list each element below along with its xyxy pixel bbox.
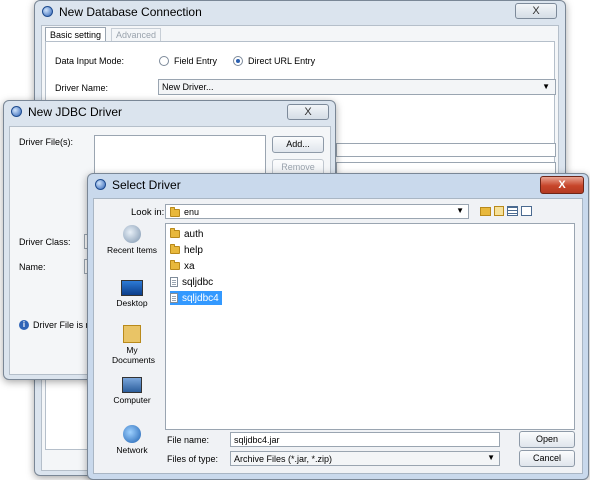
file-icon bbox=[170, 277, 178, 287]
up-folder-icon[interactable] bbox=[480, 207, 491, 216]
computer-icon bbox=[122, 377, 142, 393]
folder-icon bbox=[170, 244, 180, 254]
jdbc-close-button[interactable]: X bbox=[287, 104, 329, 120]
field-entry-radio[interactable] bbox=[159, 56, 169, 66]
details-view-icon[interactable] bbox=[521, 206, 532, 216]
driver-name-select[interactable]: New Driver... ▼ bbox=[158, 79, 556, 95]
look-in-value: enu bbox=[184, 207, 200, 217]
jdbc-window-title: New JDBC Driver bbox=[28, 105, 123, 119]
chevron-down-icon: ▼ bbox=[542, 82, 550, 91]
place-label: Computer bbox=[113, 395, 151, 405]
chevron-down-icon: ▼ bbox=[456, 206, 464, 215]
network-icon bbox=[123, 425, 141, 443]
driver-files-label: Driver File(s): bbox=[19, 137, 73, 147]
tab-advanced[interactable]: Advanced bbox=[111, 28, 162, 42]
list-item[interactable]: auth bbox=[170, 227, 203, 241]
folder-icon bbox=[170, 207, 180, 217]
recent-items-icon bbox=[123, 225, 141, 243]
select-title-bar[interactable]: Select Driver X bbox=[88, 174, 588, 200]
file-icon bbox=[170, 293, 178, 303]
driver-class-label: Driver Class: bbox=[19, 237, 71, 247]
place-network[interactable]: Network bbox=[101, 425, 163, 455]
file-name: xa bbox=[184, 260, 195, 272]
select-content-panel: Look in: enu ▼ Recent Items Desktop My D… bbox=[93, 198, 583, 474]
place-desktop[interactable]: Desktop bbox=[101, 280, 163, 308]
open-button[interactable]: Open bbox=[519, 431, 575, 448]
file-name-label: File name: bbox=[167, 435, 210, 445]
files-of-type-select[interactable]: Archive Files (*.jar, *.zip) ▼ bbox=[230, 451, 500, 466]
place-recent-items[interactable]: Recent Items bbox=[101, 225, 163, 255]
place-computer[interactable]: Computer bbox=[101, 377, 163, 405]
files-of-type-value: Archive Files (*.jar, *.zip) bbox=[234, 454, 333, 464]
file-name: help bbox=[184, 244, 203, 256]
cancel-button[interactable]: Cancel bbox=[519, 450, 575, 467]
app-icon bbox=[11, 106, 22, 117]
place-my-documents[interactable]: My Documents bbox=[101, 325, 163, 365]
desktop-icon bbox=[121, 280, 143, 296]
name-label: Name: bbox=[19, 262, 46, 272]
new-folder-icon[interactable] bbox=[494, 206, 504, 216]
place-label: My Documents bbox=[112, 345, 155, 365]
select-driver-window: Select Driver X Look in: enu ▼ Recent It… bbox=[87, 173, 589, 480]
select-close-button[interactable]: X bbox=[540, 176, 584, 194]
driver-name-value: New Driver... bbox=[162, 82, 214, 92]
place-label: Recent Items bbox=[106, 245, 158, 255]
look-in-select[interactable]: enu ▼ bbox=[165, 204, 469, 219]
file-list[interactable]: auth help xa sqljdbc sqljdbc4 bbox=[165, 223, 575, 430]
list-item[interactable]: help bbox=[170, 243, 203, 257]
file-name: sqljdbc4 bbox=[182, 292, 219, 304]
files-of-type-label: Files of type: bbox=[167, 454, 219, 464]
info-message: Driver File is m bbox=[33, 320, 93, 330]
db-close-button[interactable]: X bbox=[515, 3, 557, 19]
select-window-title: Select Driver bbox=[112, 178, 181, 192]
places-bar: Recent Items Desktop My Documents Comput… bbox=[101, 225, 163, 455]
list-item[interactable]: xa bbox=[170, 259, 195, 273]
list-view-icon[interactable] bbox=[507, 206, 518, 216]
tab-basic-setting[interactable]: Basic setting bbox=[45, 27, 107, 42]
file-name-value: sqljdbc4.jar bbox=[234, 435, 280, 445]
folder-icon bbox=[170, 228, 180, 238]
chevron-down-icon: ▼ bbox=[487, 453, 495, 462]
data-input-mode-label: Data Input Mode: bbox=[55, 56, 125, 66]
list-item-selected[interactable]: sqljdbc4 bbox=[170, 291, 222, 305]
add-button[interactable]: Add... bbox=[272, 136, 324, 153]
app-icon bbox=[42, 6, 53, 17]
my-documents-icon bbox=[123, 325, 141, 343]
file-name-input[interactable]: sqljdbc4.jar bbox=[230, 432, 500, 447]
db-window-title: New Database Connection bbox=[59, 5, 202, 19]
field-entry-label[interactable]: Field Entry bbox=[174, 56, 217, 66]
place-label: Desktop bbox=[116, 298, 148, 308]
folder-icon bbox=[170, 260, 180, 270]
file-name: auth bbox=[184, 228, 204, 240]
jdbc-title-bar[interactable]: New JDBC Driver X bbox=[4, 101, 335, 123]
app-icon bbox=[95, 179, 106, 190]
list-item[interactable]: sqljdbc bbox=[170, 275, 213, 289]
info-icon: i bbox=[19, 320, 29, 330]
place-label: Network bbox=[116, 445, 148, 455]
db-field-1[interactable] bbox=[336, 143, 556, 157]
driver-name-label: Driver Name: bbox=[55, 83, 109, 93]
file-name: sqljdbc bbox=[182, 276, 214, 288]
db-title-bar[interactable]: New Database Connection X bbox=[35, 1, 565, 23]
direct-url-radio[interactable] bbox=[233, 56, 243, 66]
look-in-label: Look in: bbox=[131, 207, 165, 218]
direct-url-label[interactable]: Direct URL Entry bbox=[248, 56, 315, 66]
